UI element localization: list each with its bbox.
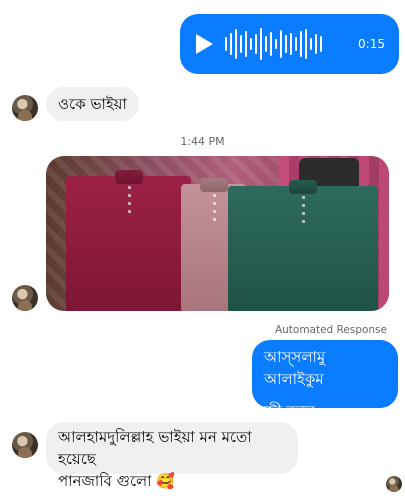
avatar[interactable] [12,95,38,121]
message-bubble[interactable]: আলহামদুলিল্লাহ ভাইয়া মন মতো হয়েছে পানজ… [46,422,298,490]
message-text-line-1: আলহামদুলিল্লাহ ভাইয়া মন মতো হয়েছে [58,428,252,468]
voice-message-bubble[interactable]: 0:15 [180,14,399,74]
automated-response-label: Automated Response [274,324,387,336]
red-shirt [66,170,191,311]
photo-message[interactable] [46,156,389,311]
message-bubble[interactable]: ওকে ভাইয়া [46,87,139,121]
audio-waveform [225,26,348,62]
message-text: ওকে ভাইয়া [58,95,127,113]
timestamp: 1:44 PM [180,135,225,148]
green-shirt [228,180,378,311]
avatar[interactable] [12,432,38,458]
message-text-line-2: পানজাবি গুলো 🥰 [58,472,175,490]
auto-reply-bubble[interactable]: আস্সলামু আলাইকুম জী বলুন [252,340,398,420]
auto-reply-line-1: আস্সলামু আলাইকুম [264,348,326,388]
voice-duration: 0:15 [358,37,385,51]
seen-avatar-icon [386,476,402,492]
avatar[interactable] [12,285,38,311]
auto-reply-line-2: জী বলুন [264,402,315,420]
play-icon[interactable] [196,34,213,54]
